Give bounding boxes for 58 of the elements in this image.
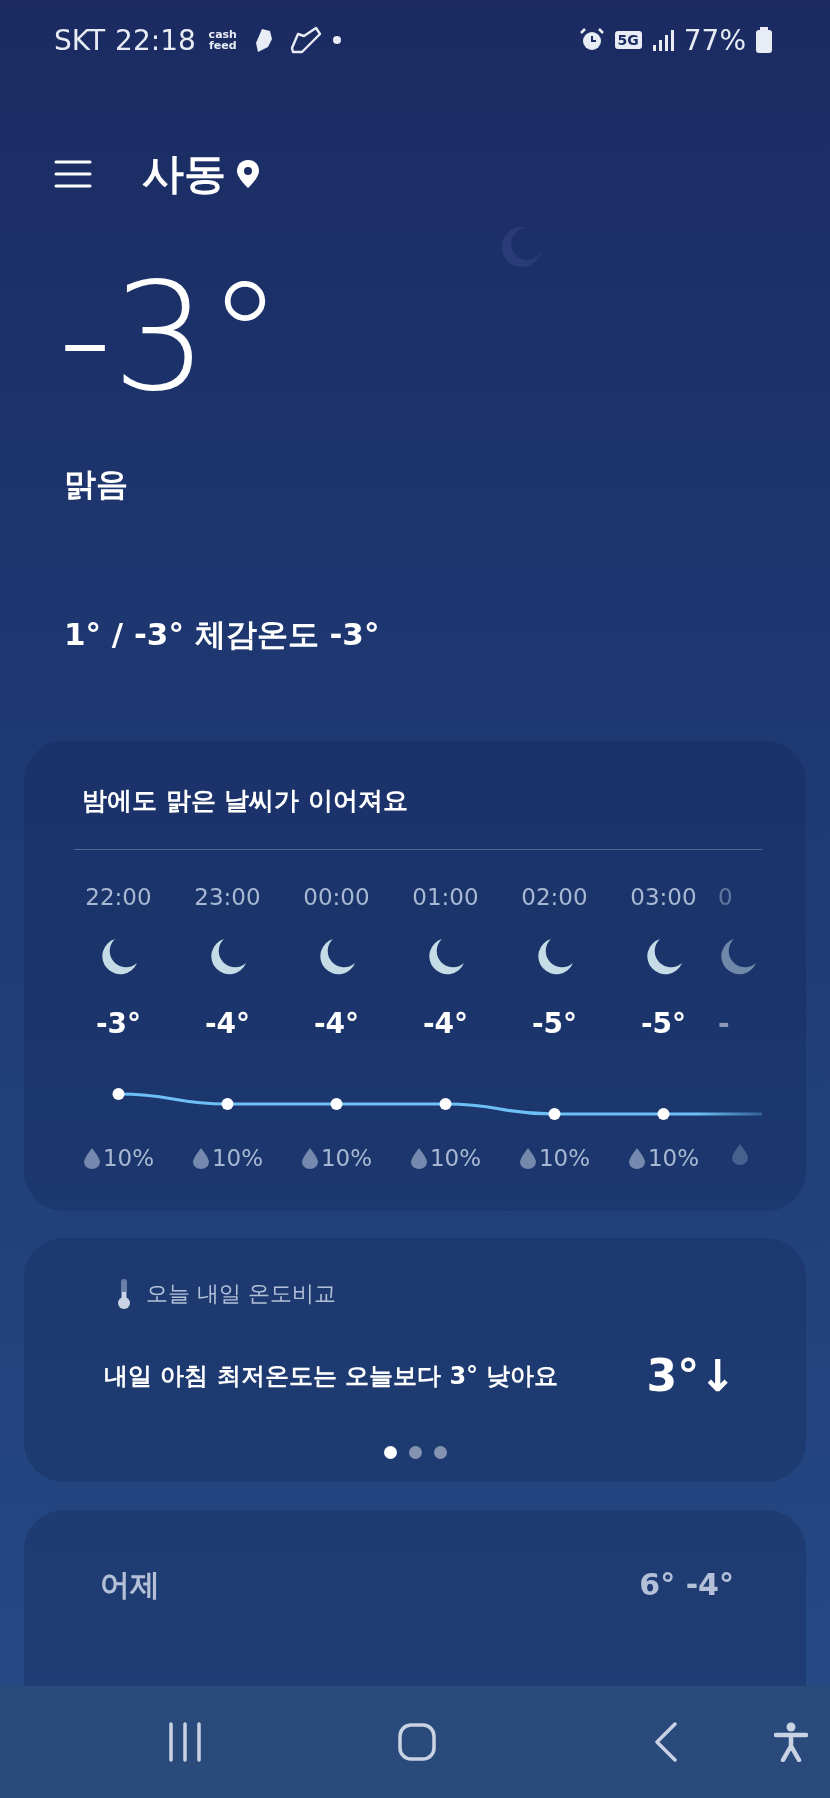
raindrop-icon [409,1147,428,1169]
battery-icon [756,27,772,53]
precipitation-chance: 10% [647,1144,700,1173]
hour-label: 01:00 [412,883,479,912]
moon-icon [718,937,758,977]
precipitation-chance: 10% [102,1144,155,1173]
hour-temperature: -5° [531,1006,578,1042]
hour-temperature: -4° [204,1006,251,1042]
temperature-difference: 3°↓ [646,1350,736,1401]
day-temperature-range: 6° -4° [639,1566,734,1604]
location-pin-icon [236,159,260,189]
raindrop-icon [627,1147,646,1169]
precipitation-chance: 10% [429,1144,482,1173]
forecast-headline: 밤에도 맑은 날씨가 이어져요 [81,785,410,817]
raindrop-icon [731,1143,749,1165]
accessibility-icon[interactable] [774,1722,808,1762]
comparison-label: 오늘 내일 온도비교 [146,1280,336,1308]
thermometer-icon [116,1278,132,1310]
carrier-label: SKT [54,23,106,57]
hour-temperature: -5° [640,1006,687,1042]
sneaker-icon [289,26,322,54]
raindrop-icon [518,1147,537,1169]
page-indicator-dot[interactable] [383,1446,397,1459]
raindrop-icon [82,1147,101,1169]
page-indicator-dot[interactable] [433,1446,447,1459]
current-temperature: -3° [57,262,284,412]
back-icon[interactable] [654,1722,678,1762]
app-notification-label: cash feed [207,29,238,51]
alarm-icon [578,27,605,53]
clock-time: 22:18 [115,23,196,57]
location-title[interactable]: 사동 [142,146,226,202]
hour-temperature: -3° [95,1006,142,1042]
raindrop-icon [300,1147,319,1169]
hour-temperature: -4° [313,1006,360,1042]
comparison-message: 내일 아침 최저온도는 오늘보다 3° 낮아요 [104,1360,559,1392]
signal-icon [651,29,674,51]
raindrop-icon [191,1147,210,1169]
menu-button[interactable] [54,159,92,189]
hour-label: 22:00 [85,883,152,912]
day-label: 어제 [100,1566,160,1604]
precipitation-chance: 10% [320,1144,373,1173]
hour-label: 00:00 [303,883,370,912]
precipitation-chance: 10% [538,1144,591,1173]
recent-apps-icon[interactable] [168,1722,202,1762]
weather-condition: 맑음 [63,464,129,505]
hour-label: 0 [718,883,733,912]
hour-label: 02:00 [521,883,588,912]
temperature-summary: 1° / -3° 체감온도 -3° [63,615,381,654]
hour-temperature: -4° [422,1006,469,1042]
precipitation-chance: 10% [211,1144,264,1173]
battery-percent: 77% [683,23,746,57]
network-label: 5G [614,31,642,49]
hour-label: 23:00 [194,883,261,912]
dot-icon [331,35,342,45]
hour-temperature: - [718,1006,730,1042]
hour-label: 03:00 [630,883,697,912]
home-icon[interactable] [398,1723,436,1761]
page-indicator-dot[interactable] [408,1446,422,1459]
